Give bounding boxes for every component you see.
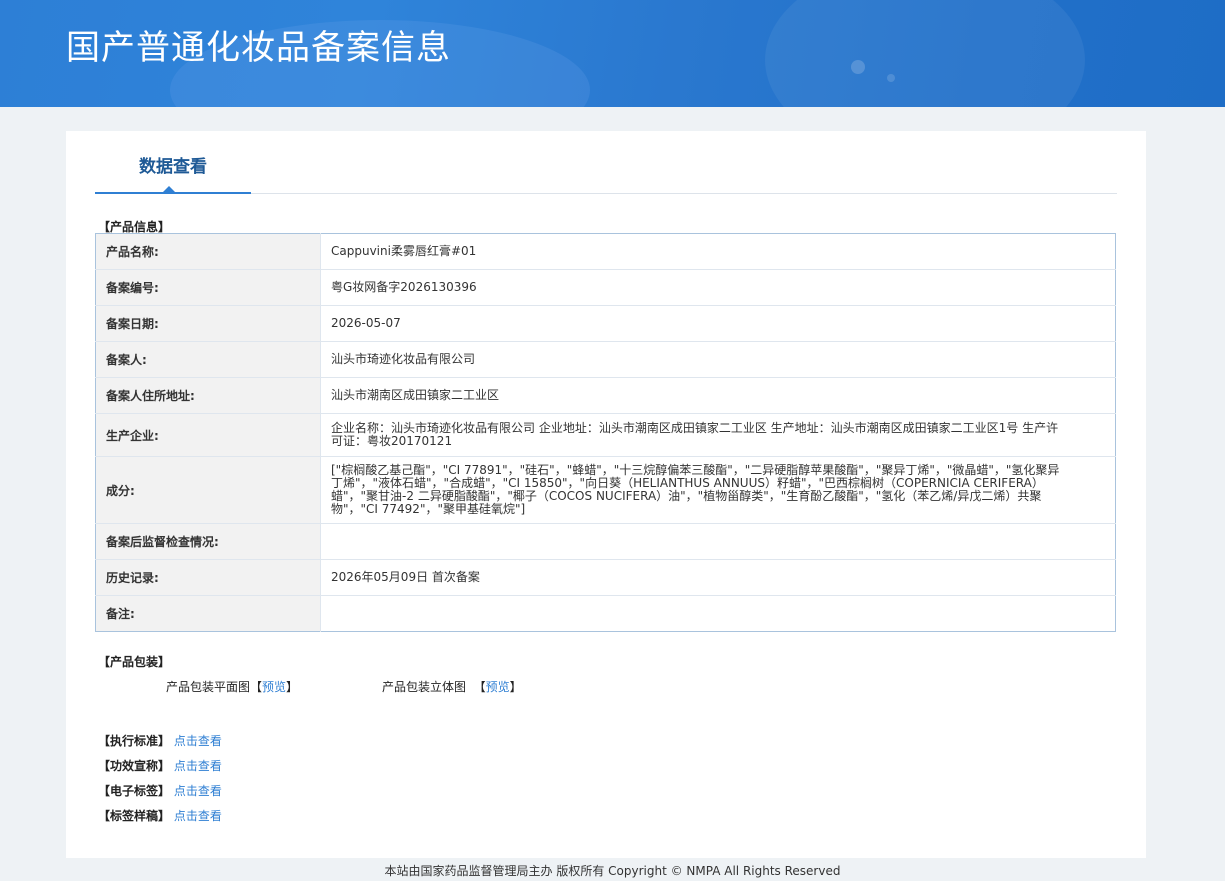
footer-copyright: 本站由国家药品监督管理局主办 版权所有 Copyright © NMPA All… xyxy=(384,864,841,878)
tab-bar: 数据查看 xyxy=(95,131,1117,194)
table-row: 成分: ["棕榈酸乙基己酯"，"CI 77891"，"硅石"，"蜂蜡"，"十三烷… xyxy=(95,456,1116,524)
row-key: 备案日期: xyxy=(95,305,321,342)
label-draft-view-link[interactable]: 点击查看 xyxy=(174,809,222,823)
row-value: 2026年05月09日 首次备案 xyxy=(320,559,1116,596)
page-title: 国产普通化妆品备案信息 xyxy=(66,28,451,68)
packaging-flat-label: 产品包装平面图 xyxy=(166,680,251,694)
table-row: 备注: xyxy=(95,595,1116,632)
table-row: 生产企业: 企业名称：汕头市琦迹化妆品有限公司 企业地址：汕头市潮南区成田镇家二… xyxy=(95,413,1116,457)
stereo-preview-link[interactable]: 预览 xyxy=(486,680,510,694)
banner-decoration xyxy=(887,74,895,82)
efficacy-view-link[interactable]: 点击查看 xyxy=(174,759,222,773)
table-row: 备案编号: 粤G妆网备字2026130396 xyxy=(95,269,1116,306)
row-key: 历史记录: xyxy=(95,559,321,596)
row-value: 2026-05-07 xyxy=(320,305,1116,342)
row-key: 备案人住所地址: xyxy=(95,377,321,414)
row-key: 备案后监督检查情况: xyxy=(95,523,321,560)
e-label-view-link[interactable]: 点击查看 xyxy=(174,784,222,798)
table-row: 备案日期: 2026-05-07 xyxy=(95,305,1116,342)
section-title-packaging: 【产品包装】 xyxy=(98,655,171,669)
row-key: 备案人: xyxy=(95,341,321,378)
row-value: 粤G妆网备字2026130396 xyxy=(320,269,1116,306)
table-row: 备案人住所地址: 汕头市潮南区成田镇家二工业区 xyxy=(95,377,1116,414)
tab-label: 数据查看 xyxy=(139,157,207,177)
row-value xyxy=(320,523,1116,560)
row-value: 汕头市潮南区成田镇家二工业区 xyxy=(320,377,1116,414)
packaging-stereo-label: 产品包装立体图 xyxy=(382,680,467,694)
row-value: ["棕榈酸乙基己酯"，"CI 77891"，"硅石"，"蜂蜡"，"十三烷醇偏苯三… xyxy=(320,456,1116,524)
banner-decoration xyxy=(851,60,865,74)
extra-label-draft: 【标签样稿】 点击查看 xyxy=(98,807,222,824)
tab-data-view[interactable]: 数据查看 xyxy=(95,131,251,194)
table-row: 备案人: 汕头市琦迹化妆品有限公司 xyxy=(95,341,1116,378)
row-key: 备案编号: xyxy=(95,269,321,306)
table-row: 历史记录: 2026年05月09日 首次备案 xyxy=(95,559,1116,596)
row-value xyxy=(321,596,1116,632)
row-key: 备注: xyxy=(95,595,321,632)
packaging-flat: 产品包装平面图【预览】 xyxy=(166,680,299,694)
row-value: Cappuvini柔雾唇红膏#01 xyxy=(320,233,1116,270)
tab-caret-icon xyxy=(163,186,175,192)
row-key: 成分: xyxy=(95,456,321,524)
extra-efficacy: 【功效宣称】 点击查看 xyxy=(98,757,222,774)
extra-label: 【功效宣称】 xyxy=(98,759,171,773)
header-banner: 国产普通化妆品备案信息 xyxy=(0,0,1225,107)
row-value: 企业名称：汕头市琦迹化妆品有限公司 企业地址：汕头市潮南区成田镇家二工业区 生产… xyxy=(320,413,1116,457)
product-info-table: 产品名称: Cappuvini柔雾唇红膏#01 备案编号: 粤G妆网备字2026… xyxy=(95,233,1116,632)
table-row: 备案后监督检查情况: xyxy=(95,523,1116,560)
flat-preview-link[interactable]: 预览 xyxy=(262,680,286,694)
table-row: 产品名称: Cappuvini柔雾唇红膏#01 xyxy=(95,233,1116,270)
banner-decoration xyxy=(765,0,1085,107)
row-key: 生产企业: xyxy=(95,413,321,457)
row-key: 产品名称: xyxy=(95,233,321,270)
row-value: 汕头市琦迹化妆品有限公司 xyxy=(320,341,1116,378)
extra-e-label: 【电子标签】 点击查看 xyxy=(98,782,222,799)
extra-label: 【执行标准】 xyxy=(98,734,171,748)
standard-view-link[interactable]: 点击查看 xyxy=(174,734,222,748)
extra-label: 【标签样稿】 xyxy=(98,809,171,823)
extra-label: 【电子标签】 xyxy=(98,784,171,798)
extra-standard: 【执行标准】 点击查看 xyxy=(98,732,222,749)
content-panel: 数据查看 【产品信息】 产品名称: Cappuvini柔雾唇红膏#01 备案编号… xyxy=(66,131,1146,858)
packaging-stereo: 产品包装立体图 【预览】 xyxy=(382,680,522,694)
